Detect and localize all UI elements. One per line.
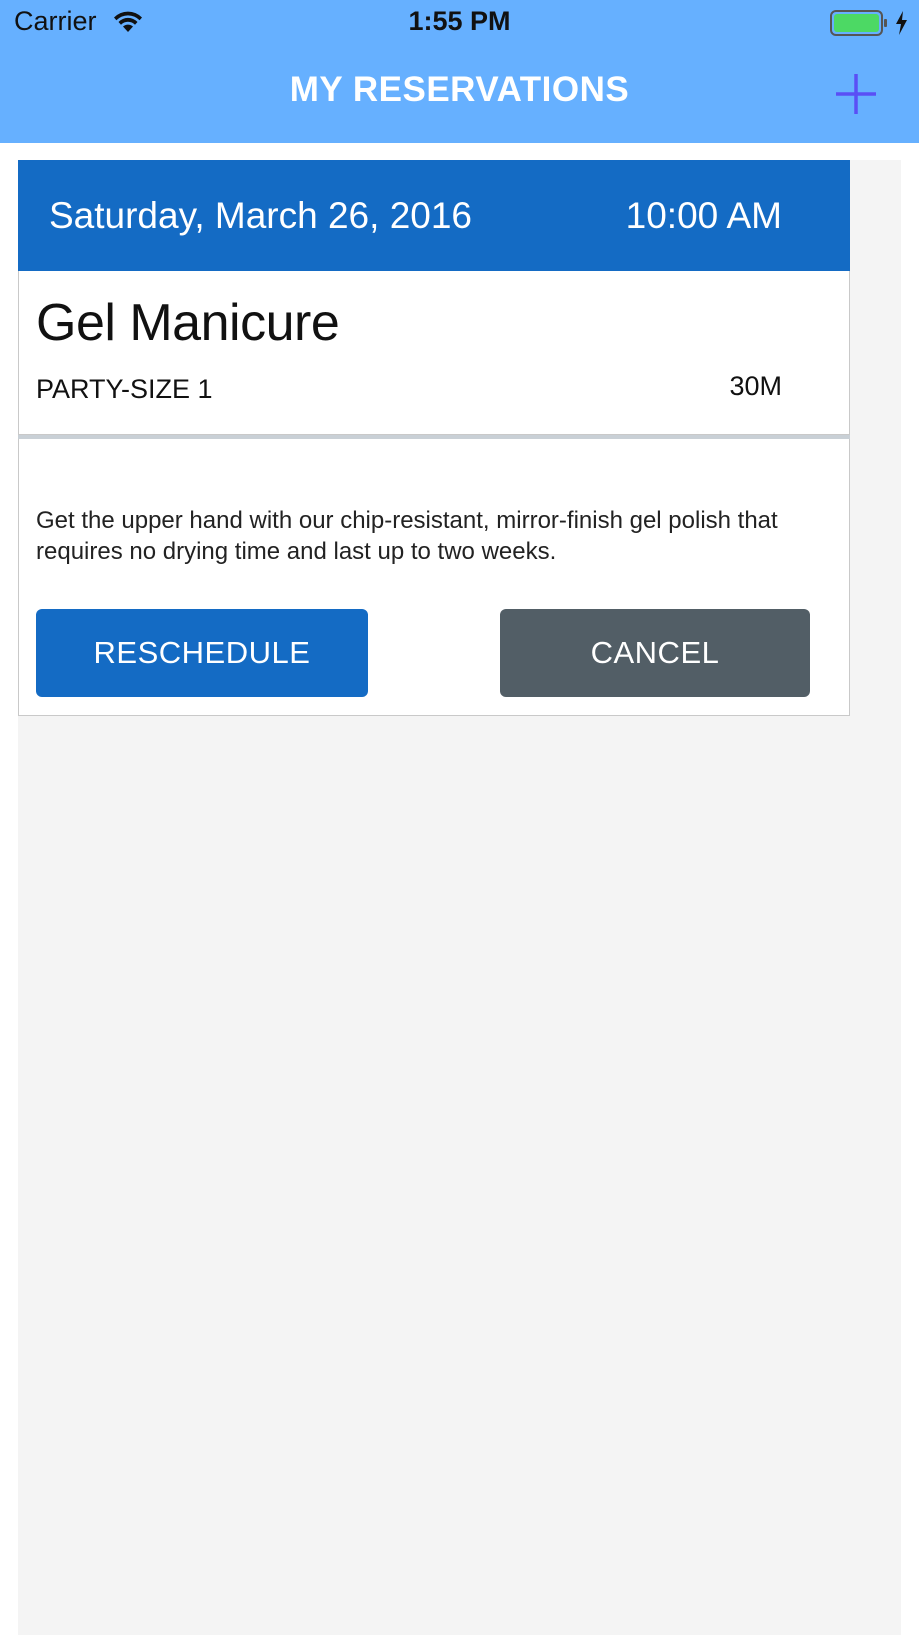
plus-icon	[836, 74, 876, 114]
reschedule-button[interactable]: RESCHEDULE	[36, 609, 368, 697]
cancel-button[interactable]: CANCEL	[500, 609, 810, 697]
page-title: MY RESERVATIONS	[289, 70, 630, 109]
status-bar: Carrier 1:55 PM	[0, 0, 919, 46]
clock: 1:55 PM	[408, 6, 511, 36]
service-description: Get the upper hand with our chip-resista…	[36, 507, 778, 565]
service-name: Gel Manicure	[36, 294, 340, 352]
details-panel: Get the upper hand with our chip-resista…	[18, 439, 850, 716]
service-panel: Gel Manicure PARTY-SIZE 1 30M	[18, 271, 850, 435]
reservation-header: Saturday, March 26, 2016 10:00 AM	[18, 160, 850, 271]
battery-icon	[830, 10, 887, 36]
reservation-time: 10:00 AM	[625, 195, 782, 236]
app-header: Carrier 1:55 PM MY RESERVATIONS	[0, 0, 919, 143]
reservations-list[interactable]: Saturday, March 26, 2016 10:00 AM Gel Ma…	[18, 160, 901, 1635]
party-size: PARTY-SIZE 1	[36, 374, 213, 404]
add-reservation-button[interactable]	[832, 70, 880, 118]
service-duration: 30M	[729, 371, 782, 401]
charging-bolt-icon	[896, 11, 907, 35]
reservation-date: Saturday, March 26, 2016	[49, 195, 473, 236]
